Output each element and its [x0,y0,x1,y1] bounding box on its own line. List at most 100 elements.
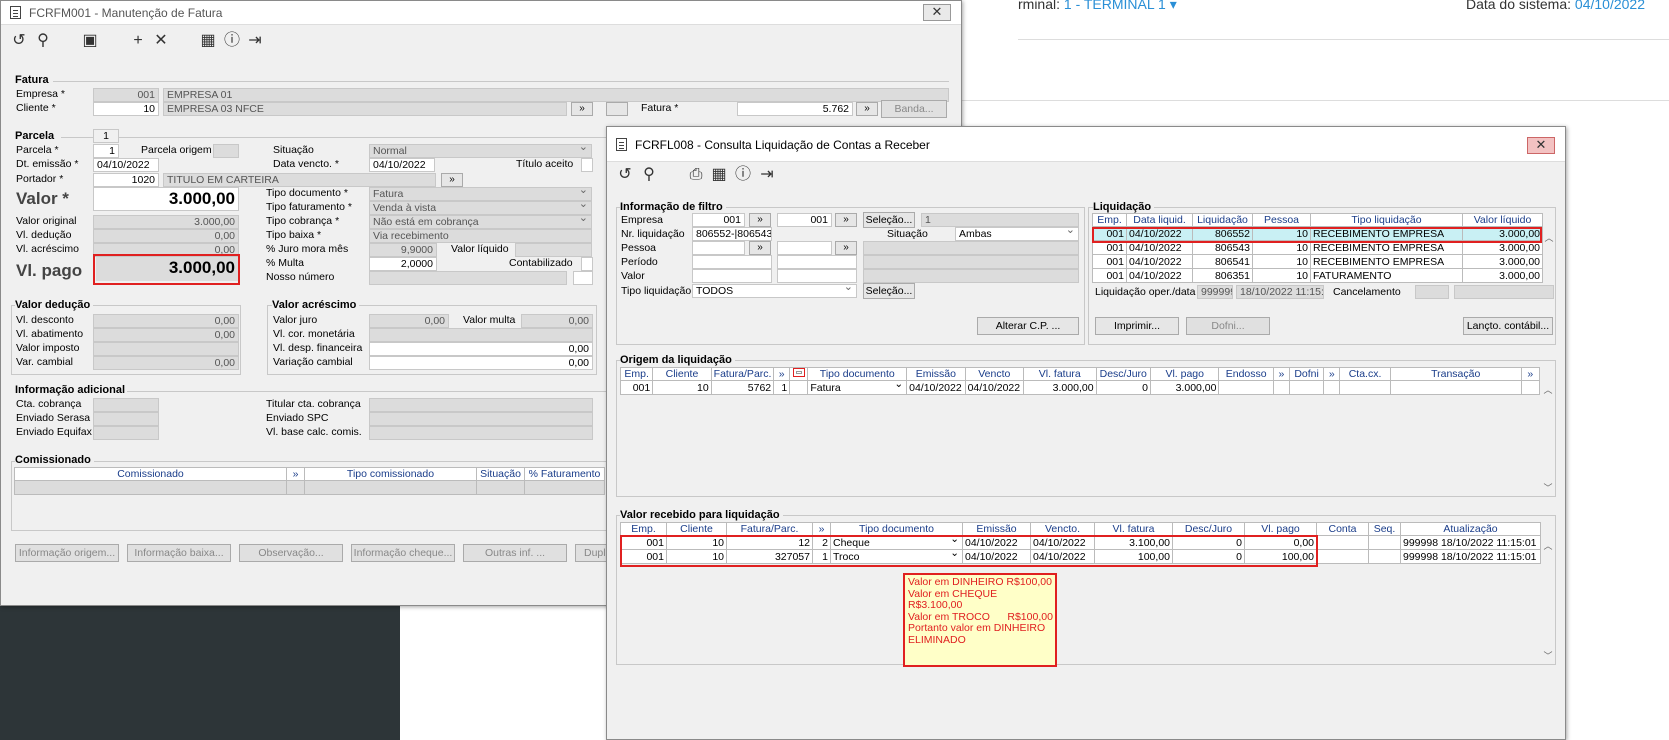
grid-header[interactable]: Desc/Juro [1172,522,1245,536]
grid-header[interactable]: » [286,467,305,481]
grid-header[interactable]: Fatura/Parc. [726,522,813,536]
empresa-from-field[interactable]: 001 [692,213,745,227]
pessoa-from-field[interactable] [692,241,745,255]
grid-header[interactable]: Endosso [1218,367,1274,381]
scroll-up-icon[interactable]: ︿ [1541,539,1555,552]
tipo-doc-select[interactable]: Fatura [369,187,592,201]
lancto-contabil-button[interactable]: Lançto. contábil... [1463,317,1553,335]
grid-header[interactable]: Emp. [620,522,667,536]
grid-header[interactable]: » [1520,367,1541,381]
grid-header[interactable]: Transação [1389,367,1522,381]
grid-header[interactable]: Vl. pago [1149,367,1220,381]
grid-header[interactable]: Vencto. [1030,522,1095,536]
pessoa-to-field[interactable] [777,241,832,255]
grid-header[interactable]: Dofni [1288,367,1325,381]
fatura-lookup-button[interactable]: » [856,102,878,116]
grid-header[interactable]: Cta.cx. [1339,367,1391,381]
grid-header[interactable]: Cliente [652,367,712,381]
info-cheque-button[interactable]: Informação cheque... [351,544,455,562]
grid-header[interactable]: Emp. [619,367,654,381]
situacao-select[interactable]: Normal [369,144,592,158]
help-icon[interactable]: ⓘ [223,32,241,50]
dofni-button[interactable]: Dofni... [1186,317,1270,335]
grid-header[interactable]: » [812,522,831,536]
grid-header[interactable]: Emissão [962,522,1031,536]
grid-header[interactable]: Tipo documento [830,522,963,536]
help-icon[interactable]: ⓘ [734,166,752,184]
grid-header[interactable]: Liquidação [1192,213,1253,227]
portador-lookup-button[interactable]: » [441,173,463,187]
grid-header[interactable]: Valor líquido [1462,213,1543,227]
valor-from-field[interactable] [692,269,772,283]
grid-header[interactable]: Comissionado [14,467,287,481]
grid-header[interactable]: Tipo comissionado [304,467,477,481]
grid-header[interactable]: Pessoa [1252,213,1311,227]
close-icon[interactable]: ✕ [1527,137,1555,154]
calendar-icon[interactable]: ▦ [199,32,217,50]
grid-header[interactable]: Vl. pago [1244,522,1317,536]
periodo-from-field[interactable] [692,255,772,269]
close-icon[interactable]: ✕ [923,4,951,21]
grid-header[interactable]: Desc/Juro [1095,367,1151,381]
grid-icon[interactable] [792,368,805,377]
grid-header[interactable]: Tipo documento [807,367,908,381]
tipo-liquidacao-select[interactable]: TODOS [692,284,857,298]
grid-header[interactable]: » [773,367,791,381]
pessoa-to-lookup[interactable]: » [835,241,857,255]
table-row[interactable]: 001 04/10/2022 806541 10 RECEBIMENTO EMPRESA… [1092,254,1543,269]
grid-header[interactable]: » [1272,367,1290,381]
grid-header[interactable]: Data liquid. [1126,213,1193,227]
save-icon[interactable]: ▣ [81,32,99,50]
aceito-checkbox[interactable] [581,158,593,172]
selecao-tipo-button[interactable]: Seleção... [863,283,915,299]
cancel-icon[interactable]: ✕ [152,32,170,50]
grid-header[interactable]: Vl. fatura [1023,367,1097,381]
cliente-extra-button[interactable] [606,102,628,116]
grid-header[interactable]: » [1323,367,1341,381]
refresh-icon[interactable]: ↺ [616,166,634,184]
grid-header[interactable]: Cliente [666,522,727,536]
situacao-select[interactable]: Ambas [955,227,1079,241]
grid-header[interactable]: Atualização [1400,522,1541,536]
calculator-icon[interactable] [789,367,809,381]
pessoa-from-lookup[interactable]: » [749,241,771,255]
multa-field[interactable]: 2,0000 [369,257,437,271]
table-row[interactable] [14,480,605,495]
scroll-up-icon[interactable]: ︿ [1542,231,1556,244]
grid-header[interactable]: Conta [1316,522,1369,536]
grid-header[interactable]: Vencto [964,367,1025,381]
desp-financeira-field[interactable]: 0,00 [369,342,593,356]
portador-code-field[interactable]: 1020 [93,173,159,187]
contabilizado-checkbox[interactable] [581,257,593,271]
imprimir-button[interactable]: Imprimir... [1095,317,1179,335]
grid-header[interactable]: % Faturamento [524,467,605,481]
scroll-down-icon[interactable]: ﹀ [1541,649,1555,662]
refresh-icon[interactable]: ↺ [10,32,28,50]
chevron-down-icon[interactable]: ⌄ [894,382,903,391]
tab-parcela-1[interactable]: 1 [93,129,119,143]
exit-icon[interactable]: ⇥ [758,166,776,184]
emissao-field[interactable]: 04/10/2022 [93,158,159,172]
calendar-icon[interactable]: ▦ [710,166,728,184]
parcela-field[interactable]: 1 [93,144,119,158]
periodo-to-field[interactable] [777,255,857,269]
exit-icon[interactable]: ⇥ [246,32,264,50]
grid-header[interactable]: Situação [476,467,525,481]
grid-header[interactable]: Emissão [906,367,966,381]
print-icon[interactable]: ⎙ [687,166,705,184]
empresa-from-lookup[interactable]: » [749,213,771,227]
valor-to-field[interactable] [777,269,857,283]
empresa-to-field[interactable]: 001 [777,213,832,227]
cliente-lookup-button[interactable]: » [571,102,593,116]
observacao-button[interactable]: Observação... [239,544,343,562]
add-icon[interactable]: + [129,32,147,50]
variacao-cambial-field[interactable]: 0,00 [369,356,593,370]
info-origem-button[interactable]: Informação origem... [15,544,119,562]
terminal-selector[interactable]: 1 - TERMINAL 1 [1064,0,1166,12]
scroll-up-icon[interactable]: ︿ [1541,383,1555,396]
scroll-down-icon[interactable]: ﹀ [1541,481,1555,494]
fatura-field[interactable]: 5.762 [737,102,853,116]
tipo-fat-select[interactable]: Venda à vista [369,201,592,215]
nosso-numero-extra[interactable] [573,271,593,285]
info-baixa-button[interactable]: Informação baixa... [127,544,231,562]
